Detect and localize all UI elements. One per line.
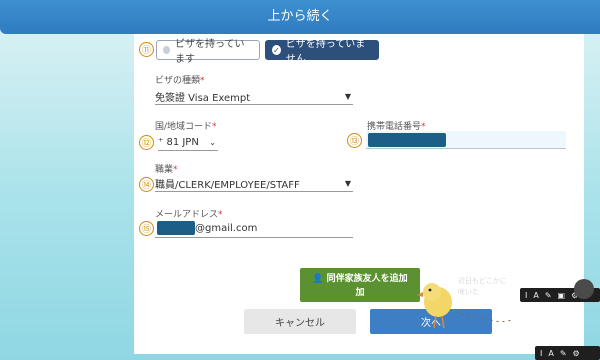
add-companion-label: 同伴家族友人を追加	[326, 274, 408, 284]
step-number-12: ⑫	[139, 135, 154, 150]
pen-icon[interactable]: ✎	[545, 291, 552, 300]
redacted-phone	[368, 133, 446, 147]
chevron-down-icon: ⌄	[209, 138, 216, 147]
no-visa-label: ビザを持っていません	[285, 39, 366, 65]
add-companion-button[interactable]: 👤 同伴家族友人を追加 加	[300, 268, 420, 302]
country-code-value: ⁺ 81 JPN	[158, 137, 199, 148]
radio-unchecked-icon	[163, 46, 170, 54]
dropdown-caret-icon: ▼	[344, 92, 351, 101]
text-icon[interactable]: A	[548, 349, 553, 358]
country-code-label: 国/地域コード*	[155, 122, 217, 132]
cursor-icon[interactable]: I	[540, 349, 542, 358]
step-number-15: ⑮	[139, 221, 154, 236]
cancel-button[interactable]: キャンセル	[244, 309, 356, 334]
visa-type-select[interactable]: 免簽證 Visa Exempt ▼	[155, 89, 353, 105]
occupation-value: 職員/CLERK/EMPLOYEE/STAFF	[155, 180, 300, 191]
occupation-label: 職業*	[155, 165, 178, 175]
no-visa-radio[interactable]: ✓ ビザを持っていません	[265, 39, 379, 65]
step-number-14: ⑭	[139, 177, 154, 192]
step-number-11: ⑪	[139, 42, 154, 57]
floating-action-button[interactable]	[574, 279, 594, 299]
redacted-email-user	[157, 221, 195, 235]
text-icon[interactable]: A	[533, 291, 538, 300]
pen-icon[interactable]: ✎	[560, 349, 567, 358]
have-visa-radio[interactable]: ビザを持っています	[156, 39, 260, 65]
visa-type-value: 免簽證 Visa Exempt	[155, 93, 251, 104]
have-visa-label: ビザを持っています	[174, 39, 245, 65]
visa-type-label: ビザの種類*	[155, 76, 205, 86]
email-domain: @gmail.com	[195, 223, 258, 234]
image-icon[interactable]: ▣	[558, 291, 566, 300]
settings-icon[interactable]: ⚙	[573, 349, 580, 358]
cancel-label: キャンセル	[275, 318, 325, 329]
annotation-toolbar-bottom[interactable]: I A ✎ ⚙	[535, 346, 600, 360]
step-number-13: ⑬	[347, 133, 362, 148]
dropdown-caret-icon: ▼	[344, 179, 351, 188]
email-label: メールアドレス*	[155, 210, 223, 220]
check-circle-icon: ✓	[272, 45, 281, 55]
country-code-select[interactable]: ⁺ 81 JPN ⌄	[158, 135, 218, 151]
add-user-icon: 👤	[312, 274, 324, 284]
overlay-caption: 近日もどこかに 咲いた	[458, 277, 507, 296]
occupation-select[interactable]: 職員/CLERK/EMPLOYEE/STAFF ▼	[155, 176, 353, 192]
add-companion-label-line2: 加	[355, 288, 365, 298]
page-header: 上から続く	[0, 0, 600, 34]
cursor-icon[interactable]: I	[525, 291, 527, 300]
page-title: 上から続く	[267, 9, 333, 24]
